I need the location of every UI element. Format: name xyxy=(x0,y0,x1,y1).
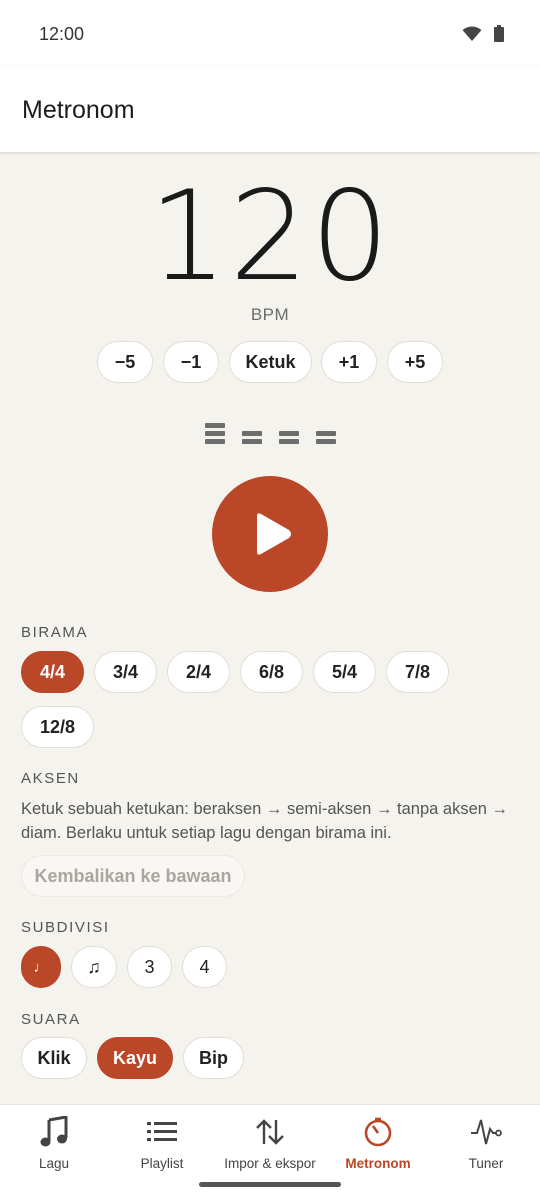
beat-indicator-3[interactable] xyxy=(279,431,299,447)
music-note-icon xyxy=(40,1115,68,1149)
birama-option-2-4[interactable]: 2/4 xyxy=(167,651,230,693)
tuner-wave-icon xyxy=(470,1115,502,1149)
birama-option-3-4[interactable]: 3/4 xyxy=(94,651,157,693)
beat-indicator-1[interactable] xyxy=(205,423,225,447)
tempo-plus-1-button[interactable]: +1 xyxy=(321,341,377,383)
bpm-value[interactable]: 120 xyxy=(0,172,540,302)
birama-option-5-4[interactable]: 5/4 xyxy=(313,651,376,693)
sound-option-bip[interactable]: Bip xyxy=(183,1037,244,1079)
nav-label-playlist: Playlist xyxy=(140,1156,184,1171)
metronome-icon xyxy=(363,1115,393,1149)
birama-option-6-8[interactable]: 6/8 xyxy=(240,651,303,693)
status-bar: 12:00 xyxy=(0,0,540,66)
nav-item-lagu[interactable]: Lagu xyxy=(0,1105,108,1185)
home-indicator[interactable] xyxy=(199,1182,341,1187)
subdivision-quarter[interactable]: ♩ xyxy=(21,946,61,988)
battery-icon xyxy=(494,25,504,47)
nav-item-impor-ekspor[interactable]: Impor & ekspor xyxy=(216,1105,324,1185)
birama-option-7-8[interactable]: 7/8 xyxy=(386,651,449,693)
beat-indicator-2[interactable] xyxy=(242,431,262,447)
wifi-icon xyxy=(462,26,482,47)
subdivisi-label: SUBDIVISI xyxy=(21,919,110,936)
nav-label-impor-ekspor: Impor & ekspor xyxy=(224,1156,316,1171)
status-time: 12:00 xyxy=(39,24,85,44)
app-bar: Metronom xyxy=(0,66,540,152)
nav-item-playlist[interactable]: Playlist xyxy=(108,1105,216,1185)
aksen-label: AKSEN xyxy=(21,770,80,787)
birama-option-12-8[interactable]: 12/8 xyxy=(21,706,94,748)
subdivision-sixteenth[interactable]: 4 xyxy=(182,946,227,988)
tempo-minus-1-button[interactable]: −1 xyxy=(163,341,219,383)
nav-item-tuner[interactable]: Tuner xyxy=(432,1105,540,1185)
sound-option-kayu[interactable]: Kayu xyxy=(97,1037,173,1079)
subdivision-eighth[interactable]: ♫ xyxy=(71,946,117,988)
bpm-unit-label: BPM xyxy=(250,305,290,324)
suara-label: SUARA xyxy=(21,1011,81,1028)
sound-option-klik[interactable]: Klik xyxy=(21,1037,87,1079)
birama-label: BIRAMA xyxy=(21,624,89,641)
page-title: Metronom xyxy=(22,96,135,124)
status-icons xyxy=(462,25,504,47)
nav-item-metronom[interactable]: Metronom xyxy=(324,1105,432,1185)
list-icon xyxy=(147,1115,177,1149)
reset-default-button[interactable]: Kembalikan ke bawaan xyxy=(21,855,245,897)
subdivision-triplet[interactable]: 3 xyxy=(127,946,172,988)
birama-option-4-4[interactable]: 4/4 xyxy=(21,651,84,693)
tap-tempo-button[interactable]: Ketuk xyxy=(229,341,312,383)
import-export-icon xyxy=(255,1115,285,1149)
play-icon xyxy=(257,513,291,555)
beat-indicator-4[interactable] xyxy=(316,431,336,447)
nav-label-metronom: Metronom xyxy=(345,1156,411,1171)
play-button[interactable] xyxy=(212,476,328,592)
nav-label-tuner: Tuner xyxy=(468,1156,504,1171)
tempo-minus-5-button[interactable]: −5 xyxy=(97,341,153,383)
tempo-plus-5-button[interactable]: +5 xyxy=(387,341,443,383)
aksen-description: Ketuk sebuah ketukan: beraksen → semi-ak… xyxy=(21,800,509,842)
nav-label-lagu: Lagu xyxy=(38,1156,70,1171)
